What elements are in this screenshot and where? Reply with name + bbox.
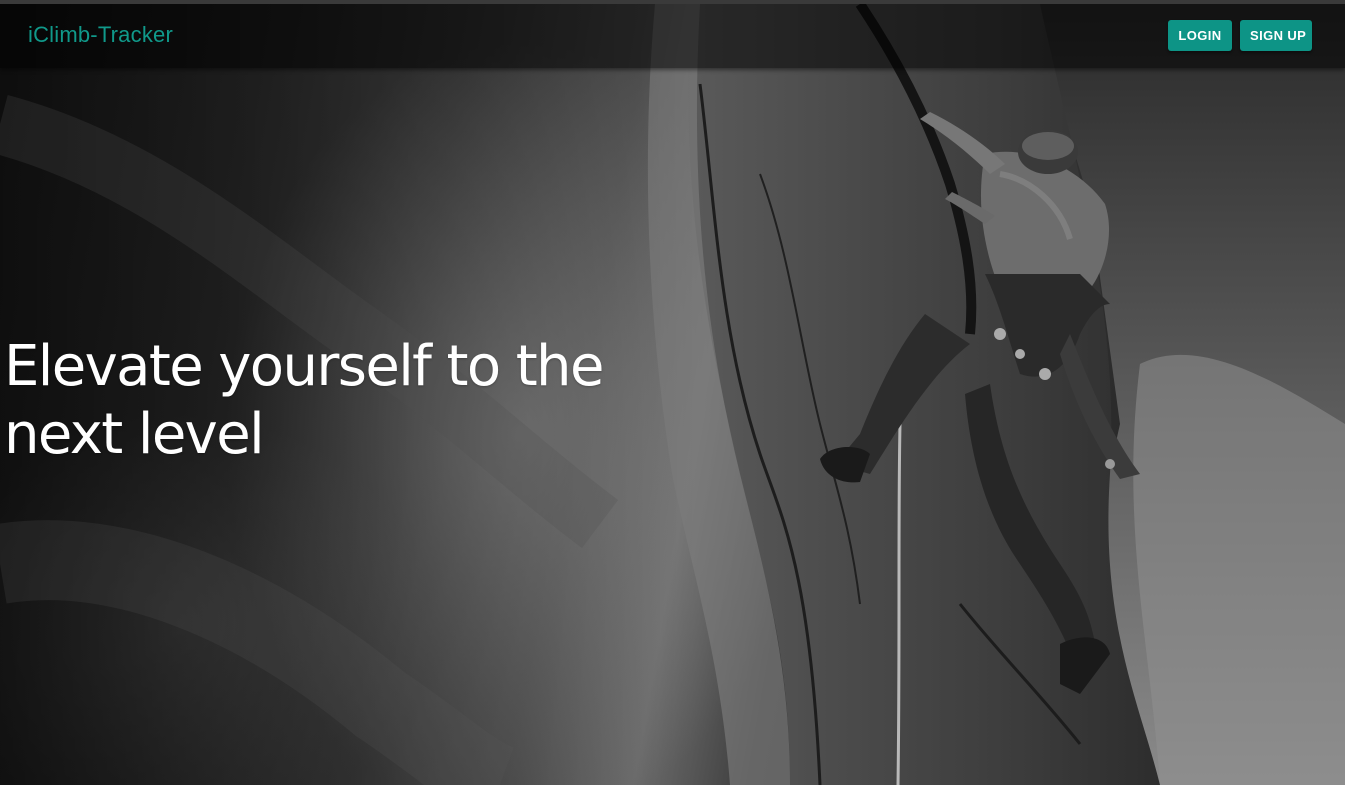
auth-actions: LOGIN SIGN UP xyxy=(1168,20,1312,51)
landing-page: iClimb-Tracker LOGIN SIGN UP Elevate you… xyxy=(0,0,1345,785)
hero-headline: Elevate yourself to the next level xyxy=(4,334,604,467)
brand-logo-link[interactable]: iClimb-Tracker xyxy=(28,21,173,49)
login-button[interactable]: LOGIN xyxy=(1168,20,1232,51)
signup-button[interactable]: SIGN UP xyxy=(1240,20,1312,51)
window-top-edge xyxy=(0,0,1345,4)
top-navbar: iClimb-Tracker LOGIN SIGN UP xyxy=(0,4,1345,68)
